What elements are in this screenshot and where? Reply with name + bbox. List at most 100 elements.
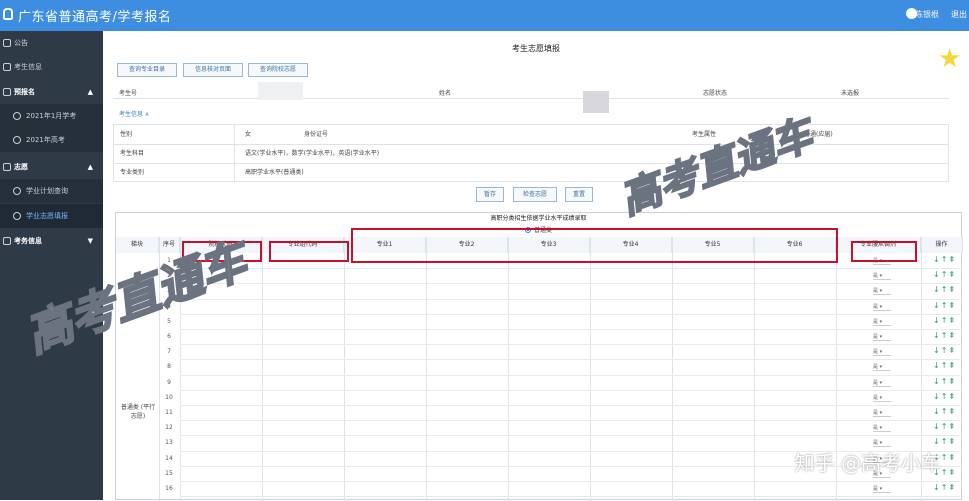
sidebar-item-gaokao[interactable]: 2021年高考 [0, 128, 103, 152]
adjust-select[interactable]: 是 ▾ [873, 318, 891, 326]
row-divider [180, 375, 963, 376]
subjects-value: 语文(学业水平)，数学(学业水平)，英语(学业水平) [245, 148, 379, 157]
adjust-select[interactable]: 是 ▾ [873, 303, 891, 311]
row-seq: 14 [159, 455, 179, 462]
circle-icon [13, 112, 21, 120]
row-divider [180, 344, 963, 345]
zhiyuan-icon [3, 163, 11, 171]
chevron-down-icon: ▼ [88, 229, 93, 253]
row-divider [180, 405, 963, 406]
row-seq: 6 [159, 333, 179, 340]
col-header-block: 梯块 [116, 237, 159, 253]
row-divider [180, 481, 963, 482]
exam-icon [3, 237, 11, 245]
row-seq: 9 [159, 379, 179, 386]
app-title: 广东省普通高考/学考报名 [18, 6, 171, 25]
sidebar-item-announcement[interactable]: 公告 [0, 31, 103, 55]
col-header-ops: 操作 [921, 237, 963, 253]
row-move-icons[interactable]: ↓↑⇞ [933, 392, 956, 401]
adjust-select[interactable]: 是 ▾ [873, 394, 891, 402]
query-major-catalog-button[interactable]: 查询专业目录 [117, 63, 177, 77]
sidebar-group-prereg[interactable]: 预报名▲ [0, 80, 103, 104]
prereg-icon [3, 88, 11, 96]
check-zhiyuan-button[interactable]: 检查志愿 [513, 187, 557, 202]
row-divider [180, 359, 963, 360]
query-college-button[interactable]: 查询院校志愿 [248, 63, 308, 77]
adjust-select[interactable]: 是 ▾ [873, 409, 891, 417]
category-value: 高职学业水平(普通类) [245, 167, 304, 176]
logout-link[interactable]: 退出 [951, 9, 967, 20]
sidebar-item-zhiyuan-fill[interactable]: 学业志愿填报 [0, 204, 103, 228]
circle-icon [13, 212, 21, 220]
adjust-select[interactable]: 是 ▾ [873, 485, 891, 493]
row-seq: 16 [159, 485, 179, 492]
page-title: 考生志愿填报 [103, 43, 969, 54]
highlight-adjust [851, 241, 917, 262]
sidebar-item-plan-query[interactable]: 学业计划查询 [0, 179, 103, 203]
row-move-icons[interactable]: ↓↑⇞ [933, 346, 956, 355]
row-divider [180, 314, 963, 315]
row-move-icons[interactable]: ↓↑⇞ [933, 407, 956, 416]
reset-button[interactable]: 重置 [565, 187, 593, 202]
row-move-icons[interactable]: ↓↑⇞ [933, 361, 956, 370]
notice-icon [3, 39, 11, 47]
row-move-icons[interactable]: ↓↑⇞ [933, 255, 956, 264]
row-divider [180, 268, 963, 269]
row-seq: 10 [159, 394, 179, 401]
top-info-row: 考生号 姓名 志愿状态 未选报 [113, 84, 949, 99]
row-divider [180, 496, 963, 497]
student-info-toggle[interactable]: 考生信息 ∧ [119, 109, 149, 118]
redacted-name [583, 91, 609, 113]
highlight-majors [351, 228, 838, 263]
adjust-select[interactable]: 是 ▾ [873, 379, 891, 387]
sidebar: 公告 考生信息 预报名▲ 2021年1月学考 2021年高考 志愿▲ 学业计划查… [0, 31, 103, 500]
star-icon[interactable]: ★ [938, 46, 964, 72]
app-logo-icon [3, 8, 13, 20]
status-value: 未选报 [841, 88, 859, 97]
row-move-icons[interactable]: ↓↑⇞ [933, 301, 956, 310]
grid-title: 高职分类招生依据学业水平成绩录取 [116, 213, 961, 225]
row-move-icons[interactable]: ↓↑⇞ [933, 483, 956, 492]
sidebar-group-zhiyuan[interactable]: 志愿▲ [0, 155, 103, 179]
adjust-select[interactable]: 是 ▾ [873, 348, 891, 356]
row-move-icons[interactable]: ↓↑⇞ [933, 377, 956, 386]
row-seq: 13 [159, 439, 179, 446]
circle-icon [13, 136, 21, 144]
adjust-select[interactable]: 是 ▾ [873, 272, 891, 280]
row-seq: 11 [159, 409, 179, 416]
chevron-up-icon: ▲ [88, 155, 93, 179]
adjust-select[interactable]: 是 ▾ [873, 424, 891, 432]
row-divider [180, 420, 963, 421]
info-check-button[interactable]: 信息核对页面 [183, 63, 243, 77]
circle-icon [13, 187, 21, 195]
top-bar: 广东省普通高考/学考报名 陈银根 退出 [0, 0, 969, 31]
user-name[interactable]: 陈银根 [915, 9, 939, 20]
row-move-icons[interactable]: ↓↑⇞ [933, 422, 956, 431]
watermark-zhihu: 知乎 @高考小车 [795, 447, 941, 476]
batch-label: 普通类 (平行志愿) [118, 403, 158, 421]
row-seq: 15 [159, 470, 179, 477]
row-move-icons[interactable]: ↓↑⇞ [933, 270, 956, 279]
chevron-up-icon: ▲ [88, 80, 93, 104]
row-seq: 8 [159, 363, 179, 370]
user-card-icon [3, 63, 11, 71]
row-seq: 12 [159, 424, 179, 431]
sidebar-item-xuekao[interactable]: 2021年1月学考 [0, 104, 103, 128]
sidebar-item-student-info[interactable]: 考生信息 [0, 55, 103, 79]
row-divider [180, 435, 963, 436]
row-divider [180, 390, 963, 391]
adjust-select[interactable]: 是 ▾ [873, 333, 891, 341]
adjust-select[interactable]: 是 ▾ [873, 363, 891, 371]
row-move-icons[interactable]: ↓↑⇞ [933, 331, 956, 340]
redacted-exam-no [258, 82, 303, 100]
row-divider [180, 283, 963, 284]
row-divider [180, 329, 963, 330]
save-draft-button[interactable]: 暂存 [476, 187, 504, 202]
student-info-table: 性别 女 身份证号 考生属性 普通(应届) 考生科目 语文(学业水平)，数学(学… [113, 124, 949, 182]
sidebar-item-exam-affairs[interactable]: 考务信息▼ [0, 229, 103, 253]
row-move-icons[interactable]: ↓↑⇞ [933, 285, 956, 294]
highlight-group-code [269, 241, 349, 262]
row-move-icons[interactable]: ↓↑⇞ [933, 437, 956, 446]
adjust-select[interactable]: 是 ▾ [873, 287, 891, 295]
row-move-icons[interactable]: ↓↑⇞ [933, 316, 956, 325]
